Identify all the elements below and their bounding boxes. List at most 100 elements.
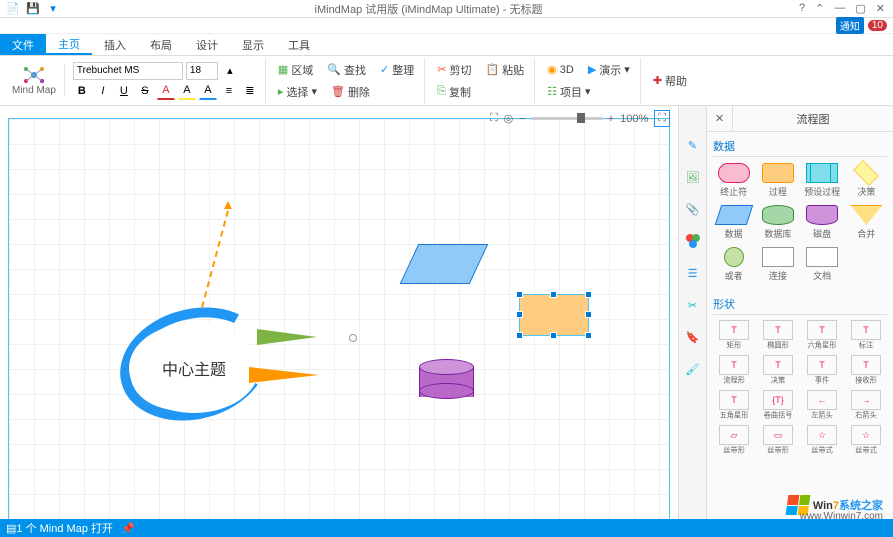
fit-icon[interactable]: ⛶: [490, 112, 498, 125]
list-button[interactable]: ≣: [241, 82, 259, 100]
connector-line[interactable]: [201, 210, 229, 307]
basic-shape-7[interactable]: T接收形: [845, 354, 887, 387]
central-topic-text[interactable]: 中心主题: [129, 323, 259, 413]
tab-file[interactable]: 文件: [0, 34, 46, 55]
basic-shape-9[interactable]: {T}卷曲括号: [757, 389, 799, 422]
shape-database[interactable]: 数据库: [757, 203, 798, 242]
shape-process-rect[interactable]: [519, 294, 589, 336]
panel-close-icon[interactable]: ✕: [707, 106, 733, 132]
shape-data[interactable]: 数据: [713, 203, 754, 242]
cut-tool-icon[interactable]: ✂: [684, 296, 702, 314]
paste-button[interactable]: 📋粘贴: [481, 60, 528, 80]
brush-tool-icon[interactable]: 🖌: [684, 360, 702, 378]
select-button[interactable]: ▸选择▾: [274, 82, 321, 102]
fullscreen-icon[interactable]: ⛶: [654, 110, 670, 127]
shape-process[interactable]: 过程: [757, 161, 798, 200]
align-button[interactable]: ≡: [220, 82, 238, 100]
tab-insert[interactable]: 插入: [92, 34, 138, 55]
notify-badge[interactable]: 10: [868, 20, 887, 31]
basic-shape-8[interactable]: T五角星形: [713, 389, 755, 422]
underline-button[interactable]: U: [115, 82, 133, 100]
copy-button[interactable]: ⎘复制: [433, 82, 475, 102]
list-tool-icon[interactable]: ☰: [684, 264, 702, 282]
maximize-icon[interactable]: ▢: [855, 2, 865, 15]
basic-shape-5[interactable]: T决策: [757, 354, 799, 387]
font-name-input[interactable]: [73, 62, 183, 80]
highlight-button[interactable]: A: [178, 82, 196, 100]
bold-button[interactable]: B: [73, 82, 91, 100]
fontcolor-button[interactable]: A: [157, 82, 175, 100]
clipboard-group: ✂剪切 📋粘贴 ⎘复制: [427, 58, 535, 103]
new-file-icon[interactable]: 📄: [6, 2, 20, 16]
color-tool-icon[interactable]: [684, 232, 702, 250]
tab-layout[interactable]: 布局: [138, 34, 184, 55]
shape-decision[interactable]: 决策: [846, 161, 887, 200]
tab-tools[interactable]: 工具: [276, 34, 322, 55]
status-pin-icon[interactable]: 📌: [121, 522, 135, 535]
fillcolor-button[interactable]: A: [199, 82, 217, 100]
project-button[interactable]: ☷项目▾: [543, 82, 594, 102]
tab-view[interactable]: 显示: [230, 34, 276, 55]
shape-merge[interactable]: 合并: [846, 203, 887, 242]
font-size-input[interactable]: [186, 62, 218, 80]
basic-shape-1[interactable]: T椭圆形: [757, 319, 799, 352]
basic-shape-6[interactable]: T事件: [801, 354, 843, 387]
basic-shape-11[interactable]: →右箭头: [845, 389, 887, 422]
basic-shape-12[interactable]: ▱丝带形: [713, 424, 755, 457]
branch-green[interactable]: [257, 329, 317, 345]
ribbon-toggle-icon[interactable]: ⌃: [815, 2, 824, 15]
zoom-out-icon[interactable]: −: [519, 113, 525, 125]
cut-button[interactable]: ✂剪切: [433, 60, 475, 80]
minimize-icon[interactable]: —: [834, 2, 845, 15]
font-group: ▴ B I U S A A A ≡ ≣: [67, 58, 266, 103]
shape-offpage[interactable]: 连接: [757, 245, 798, 284]
basic-shape-0[interactable]: T矩形: [713, 319, 755, 352]
zoom-in-icon[interactable]: +: [608, 113, 614, 125]
shape-onpage[interactable]: 或者: [713, 245, 754, 284]
image-tool-icon[interactable]: 🖼: [684, 168, 702, 186]
zoom-slider[interactable]: [532, 117, 602, 120]
logo-group[interactable]: Mind Map: [4, 65, 65, 96]
basic-shape-13[interactable]: ▭丝带形: [757, 424, 799, 457]
shape-doc[interactable]: 文档: [802, 245, 843, 284]
help-icon[interactable]: ?: [799, 2, 805, 15]
basic-shape-2[interactable]: T六角星形: [801, 319, 843, 352]
canvas[interactable]: 中心主题: [8, 118, 670, 527]
font-increase-icon[interactable]: ▴: [221, 62, 239, 80]
close-icon[interactable]: ✕: [876, 2, 885, 15]
basic-shape-3[interactable]: T标注: [845, 319, 887, 352]
status-text: 1 个 Mind Map 打开: [16, 520, 113, 536]
tab-home[interactable]: 主页: [46, 34, 92, 55]
tab-design[interactable]: 设计: [184, 34, 230, 55]
save-icon[interactable]: 💾: [26, 2, 40, 16]
threed-button[interactable]: ◉3D: [543, 60, 578, 80]
titlebar: 📄 💾 ▾ iMindMap 试用版 (iMindMap Ultimate) -…: [0, 0, 893, 18]
area-button[interactable]: ▦区域: [274, 60, 317, 80]
qat-dropdown-icon[interactable]: ▾: [46, 2, 60, 16]
shape-terminator[interactable]: 终止符: [713, 161, 754, 200]
shape-data-parallelogram[interactable]: [400, 244, 489, 284]
window-controls: ? ⌃ — ▢ ✕: [791, 2, 893, 15]
basic-shape-10[interactable]: ←左箭头: [801, 389, 843, 422]
italic-button[interactable]: I: [94, 82, 112, 100]
canvas-toolbar: ⛶ ◎ − + 100% ⛶: [490, 110, 670, 127]
basic-shape-15[interactable]: ☆丝带式: [845, 424, 887, 457]
attach-tool-icon[interactable]: 📎: [684, 200, 702, 218]
present-button[interactable]: ▶演示▾: [584, 60, 634, 80]
find-button[interactable]: 🔍查找: [323, 60, 370, 80]
delete-button[interactable]: 🗑删除: [327, 82, 374, 102]
edit-tool-icon[interactable]: ✎: [684, 136, 702, 154]
center-icon[interactable]: ◎: [504, 112, 514, 125]
shape-disk[interactable]: 磁盘: [802, 203, 843, 242]
help-button[interactable]: ✚帮助: [649, 71, 691, 91]
shape-predef[interactable]: 预设过程: [802, 161, 843, 200]
basic-shape-14[interactable]: ☆丝带式: [801, 424, 843, 457]
branch-endpoint[interactable]: [349, 334, 357, 342]
shape-cylinder[interactable]: [419, 359, 474, 399]
branch-orange[interactable]: [249, 367, 319, 383]
basic-shape-4[interactable]: T流程形: [713, 354, 755, 387]
notify-label[interactable]: 通知: [836, 17, 864, 34]
tidy-button[interactable]: ✓整理: [376, 60, 418, 80]
strike-button[interactable]: S: [136, 82, 154, 100]
tag-tool-icon[interactable]: 🔖: [684, 328, 702, 346]
